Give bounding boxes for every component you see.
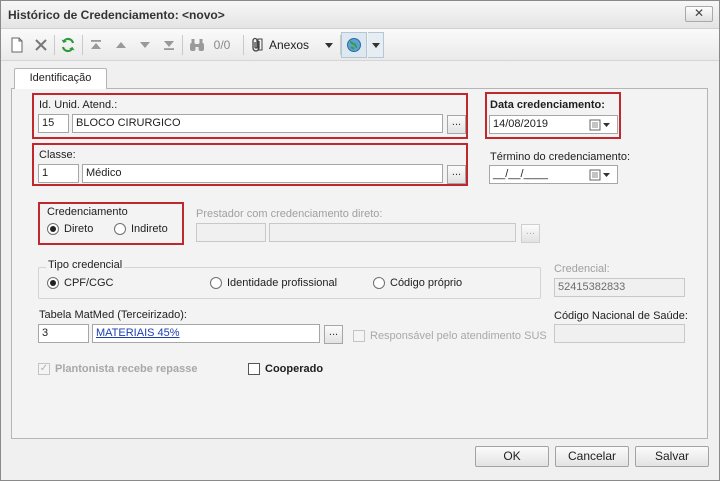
dialog-window: Histórico de Credenciamento: <novo> ✕ 0/…	[0, 0, 720, 481]
radio-codigo-proprio-label: Código próprio	[390, 277, 463, 289]
date-end-value: __/__/____	[493, 168, 549, 180]
radio-identidade-profissional[interactable]: Identidade profissional	[210, 277, 337, 289]
globe-dropdown-arrow-icon[interactable]	[368, 32, 384, 58]
tab-identificacao[interactable]: Identificação	[14, 68, 107, 89]
class-name-input[interactable]: Médico	[82, 164, 443, 183]
radio-selected-icon	[47, 223, 59, 235]
unit-label: Id. Unid. Atend.:	[39, 99, 118, 111]
credential-label: Credencial:	[554, 263, 610, 275]
unit-name-input[interactable]: BLOCO CIRURGICO	[72, 114, 443, 133]
radio-indireto[interactable]: Indireto	[114, 223, 168, 235]
cooperado-checkbox[interactable]: Cooperado	[248, 363, 323, 375]
sus-responsible-checkbox[interactable]: Responsável pelo atendimento SUS	[353, 330, 547, 342]
attachments-button[interactable]: Anexos	[249, 34, 319, 56]
matmed-label: Tabela MatMed (Terceirizado):	[39, 309, 187, 321]
toolbar-separator	[54, 35, 55, 55]
save-button[interactable]: Salvar	[635, 446, 709, 467]
cns-label: Código Nacional de Saúde:	[554, 310, 688, 322]
delete-icon[interactable]	[31, 34, 51, 56]
direct-provider-name-input[interactable]	[269, 223, 516, 242]
paperclip-icon	[249, 37, 265, 53]
refresh-icon[interactable]	[58, 34, 78, 56]
record-counter: 0/0	[213, 38, 231, 52]
radio-cpf-cgc-label: CPF/CGC	[64, 277, 114, 289]
radio-direto-label: Direto	[64, 223, 94, 235]
direct-provider-code-input[interactable]	[196, 223, 266, 242]
cancel-button[interactable]: Cancelar	[555, 446, 629, 467]
date-end-input[interactable]: __/__/____	[489, 165, 618, 184]
date-start-value: 14/08/2019	[493, 118, 549, 130]
radio-unselected-icon	[114, 223, 126, 235]
matmed-code-input[interactable]: 3	[38, 324, 89, 343]
radio-unselected-icon	[373, 277, 385, 289]
toolbar: 0/0 Anexos	[1, 29, 719, 61]
close-button[interactable]: ✕	[685, 6, 713, 22]
radio-codigo-proprio[interactable]: Código próprio	[373, 277, 462, 289]
date-start-input[interactable]: 14/08/2019	[489, 115, 618, 134]
sus-responsible-label: Responsável pelo atendimento SUS	[370, 330, 547, 342]
class-label: Classe:	[39, 149, 76, 161]
credential-input[interactable]: 52415382833	[554, 278, 685, 297]
title-bar[interactable]: Histórico de Credenciamento: <novo> ✕	[1, 1, 719, 29]
date-end-label: Término do credenciamento:	[490, 151, 631, 163]
checkbox-unchecked-icon	[353, 330, 365, 342]
unit-code-input[interactable]: 15	[38, 114, 69, 133]
credenciamento-label: Credenciamento	[47, 206, 128, 218]
new-doc-icon[interactable]	[7, 34, 27, 56]
next-record-icon[interactable]	[136, 34, 154, 56]
credential-type-label: Tipo credencial	[46, 259, 125, 271]
cooperado-label: Cooperado	[265, 363, 324, 375]
ok-button[interactable]: OK	[475, 446, 549, 467]
calendar-icon[interactable]	[584, 166, 616, 183]
direct-provider-label: Prestador com credenciamento direto:	[196, 208, 383, 220]
cns-input[interactable]	[554, 324, 685, 343]
toolbar-separator	[182, 35, 183, 55]
radio-identidade-label: Identidade profissional	[227, 277, 338, 289]
matmed-lookup-button[interactable]: ...	[324, 325, 343, 344]
previous-record-icon[interactable]	[112, 34, 130, 56]
matmed-name-link[interactable]: MATERIAIS 45%	[96, 327, 180, 339]
calendar-icon[interactable]	[584, 116, 616, 133]
radio-direto[interactable]: Direto	[47, 223, 93, 235]
checkbox-checked-icon: ✓	[38, 363, 50, 375]
class-lookup-button[interactable]: ...	[447, 165, 466, 184]
globe-icon[interactable]	[341, 32, 367, 58]
radio-indireto-label: Indireto	[131, 223, 168, 235]
attachments-dropdown-arrow-icon[interactable]	[322, 34, 336, 56]
direct-provider-lookup-button[interactable]: ...	[521, 224, 540, 243]
matmed-name-input[interactable]: MATERIAIS 45%	[92, 324, 320, 343]
checkbox-unchecked-icon	[248, 363, 260, 375]
toolbar-separator	[243, 35, 244, 55]
toolbar-separator	[82, 35, 83, 55]
attachments-label: Anexos	[269, 38, 310, 52]
radio-cpf-cgc[interactable]: CPF/CGC	[47, 277, 114, 289]
radio-unselected-icon	[210, 277, 222, 289]
binoculars-icon[interactable]	[186, 34, 208, 56]
first-record-icon[interactable]	[87, 34, 105, 56]
plantonista-label: Plantonista recebe repasse	[55, 363, 198, 375]
plantonista-checkbox[interactable]: ✓ Plantonista recebe repasse	[38, 363, 197, 375]
unit-lookup-button[interactable]: ...	[447, 115, 466, 134]
window-title: Histórico de Credenciamento: <novo>	[8, 8, 225, 22]
radio-selected-icon	[47, 277, 59, 289]
last-record-icon[interactable]	[160, 34, 178, 56]
date-start-label: Data credenciamento:	[490, 99, 605, 111]
class-code-input[interactable]: 1	[38, 164, 79, 183]
